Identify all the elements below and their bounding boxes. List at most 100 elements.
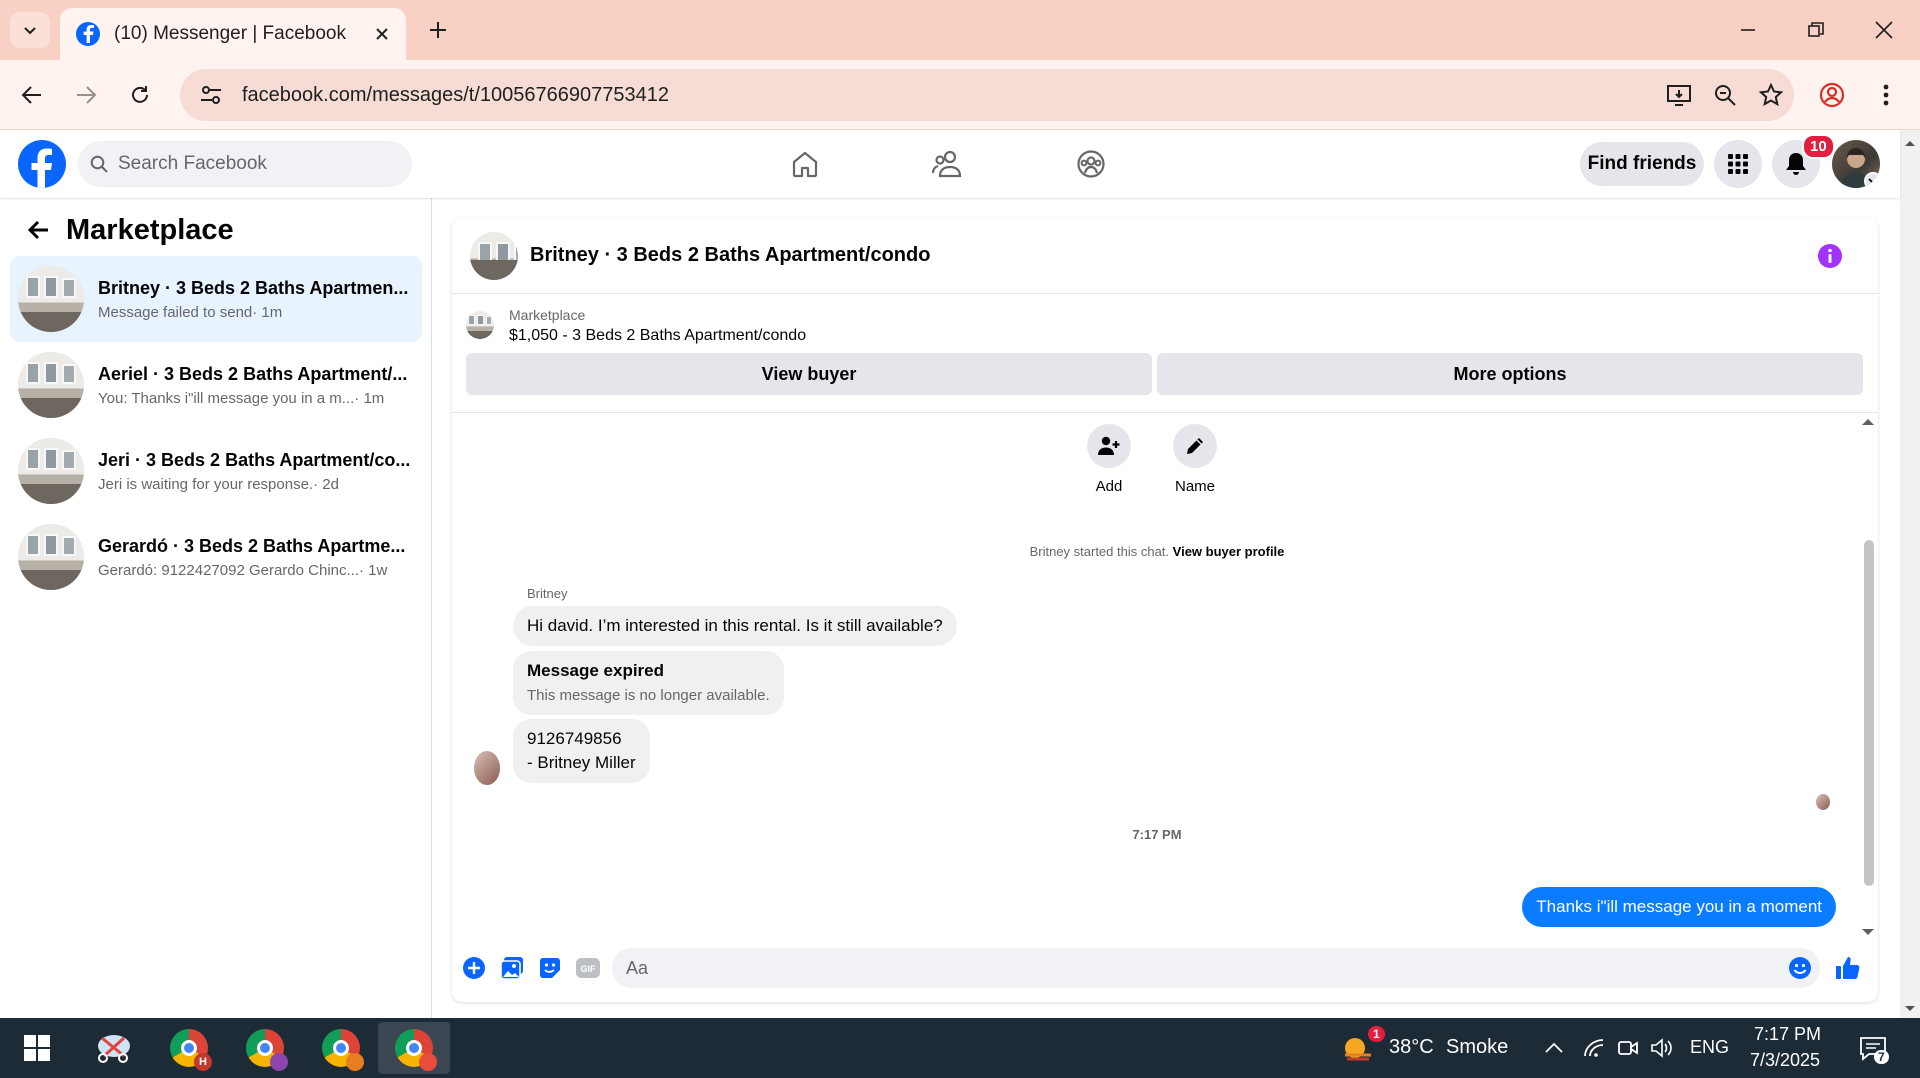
- listing-thumbnail: [18, 352, 84, 418]
- page-scrollbar[interactable]: [1900, 130, 1920, 1018]
- groups-nav-icon[interactable]: [1036, 140, 1146, 188]
- meet-now-icon[interactable]: [1614, 1034, 1642, 1062]
- conversation-snippet: Message failed to send: [98, 303, 253, 321]
- tab-search-button[interactable]: [10, 12, 50, 48]
- more-options-button[interactable]: More options: [1157, 353, 1863, 395]
- address-bar[interactable]: facebook.com/messages/t/1005676690775341…: [180, 69, 1794, 121]
- conversation-snippet: You: Thanks i"ill message you in a m...: [98, 389, 355, 407]
- conversation-time: · 2d: [313, 475, 339, 493]
- chat-scrollbar[interactable]: [1858, 414, 1878, 935]
- chrome-icon: [395, 1029, 437, 1071]
- sidebar-header: Marketplace: [20, 212, 234, 248]
- add-person-icon: [1087, 424, 1131, 468]
- message-line: 9126749856: [527, 729, 622, 748]
- close-tab-icon[interactable]: [370, 22, 394, 46]
- sender-avatar[interactable]: [474, 751, 500, 785]
- listing-price[interactable]: $1,050 - 3 Beds 2 Baths Apartment/condo: [509, 327, 806, 345]
- facebook-header: Find friends 10: [0, 130, 1900, 198]
- chrome-icon: [246, 1029, 288, 1071]
- find-friends-button[interactable]: Find friends: [1580, 142, 1704, 186]
- url-text[interactable]: facebook.com/messages/t/1005676690775341…: [242, 84, 1656, 107]
- start-button[interactable]: [6, 1022, 68, 1074]
- message-input[interactable]: [626, 957, 1780, 979]
- chat-scroll-thumb[interactable]: [1864, 540, 1874, 886]
- back-arrow-icon[interactable]: [14, 77, 50, 113]
- menu-grid-icon[interactable]: [1714, 140, 1762, 188]
- plus-circle-icon[interactable]: [460, 954, 488, 982]
- wifi-icon[interactable]: [1580, 1034, 1608, 1062]
- account-avatar[interactable]: [1832, 140, 1880, 188]
- bookmark-star-icon[interactable]: [1748, 75, 1794, 115]
- thumbs-up-icon[interactable]: [1834, 954, 1862, 982]
- seen-indicator-avatar: [1816, 794, 1830, 810]
- new-tab-icon[interactable]: [422, 14, 454, 46]
- conversation-time: · 1m: [354, 389, 385, 407]
- conversation-name: Aeriel · 3 Beds 2 Baths Apartment/...: [98, 363, 408, 384]
- add-label: Add: [1095, 478, 1123, 495]
- conversation-item-jeri[interactable]: Jeri · 3 Beds 2 Baths Apartment/co... Je…: [10, 428, 422, 514]
- notification-badge: 10: [1802, 134, 1835, 159]
- weather-badge: 1: [1368, 1026, 1385, 1042]
- clock-time[interactable]: 7:17 PM: [1754, 1024, 1821, 1045]
- chrome-app-profile-3[interactable]: [310, 1022, 372, 1074]
- conversation-item-aeriel[interactable]: Aeriel · 3 Beds 2 Baths Apartment/... Yo…: [10, 342, 422, 428]
- conversation-item-britney[interactable]: Britney · 3 Beds 2 Baths Apartmen... Mes…: [10, 256, 422, 342]
- zoom-icon[interactable]: [1702, 75, 1748, 115]
- view-buyer-profile-link[interactable]: View buyer profile: [1173, 544, 1285, 559]
- chrome-app-profile-h[interactable]: H: [158, 1022, 220, 1074]
- chat-header: Britney · 3 Beds 2 Baths Apartment/condo: [452, 218, 1878, 294]
- conversation-snippet: Gerardó: 9122427092 Gerardo Chinc...: [98, 561, 359, 579]
- install-app-icon[interactable]: [1656, 75, 1702, 115]
- chat-started-notice: Britney started this chat. View buyer pr…: [452, 544, 1862, 559]
- incoming-message[interactable]: 9126749856 - Britney Miller: [513, 719, 650, 783]
- profile-icon[interactable]: [1814, 77, 1850, 113]
- site-settings-icon[interactable]: [198, 82, 224, 108]
- friends-nav-icon[interactable]: [893, 140, 1003, 188]
- info-icon[interactable]: [1812, 238, 1848, 274]
- chrome-icon: H: [170, 1029, 212, 1071]
- chat-listing-thumbnail[interactable]: [470, 231, 518, 280]
- conversation-snippet: Jeri is waiting for your response.: [98, 475, 314, 493]
- close-window-icon[interactable]: [1856, 10, 1912, 50]
- forward-arrow-icon[interactable]: [68, 77, 104, 113]
- conversation-time: · 1w: [359, 561, 388, 579]
- sender-name: Britney: [527, 586, 568, 601]
- language-indicator[interactable]: ENG: [1690, 1037, 1729, 1058]
- chevron-up-icon[interactable]: [1540, 1034, 1568, 1062]
- search-input[interactable]: [118, 153, 398, 175]
- chat-title[interactable]: Britney · 3 Beds 2 Baths Apartment/condo: [530, 244, 1812, 267]
- listing-thumbnail: [18, 438, 84, 504]
- browser-tab[interactable]: (10) Messenger | Facebook: [60, 8, 406, 60]
- tab-title: (10) Messenger | Facebook: [114, 23, 346, 44]
- weather-temp[interactable]: 38°C: [1389, 1036, 1434, 1059]
- emoji-icon[interactable]: [1780, 951, 1820, 985]
- restore-icon[interactable]: [1788, 10, 1844, 50]
- message-input-box[interactable]: [612, 948, 1820, 988]
- conversation-item-gerardo[interactable]: Gerardó · 3 Beds 2 Baths Apartme... Gera…: [10, 514, 422, 600]
- expired-message[interactable]: Message expired This message is no longe…: [513, 651, 784, 715]
- chrome-icon: [322, 1029, 364, 1071]
- chrome-app-profile-2[interactable]: [234, 1022, 296, 1074]
- volume-icon[interactable]: [1648, 1034, 1676, 1062]
- incoming-message[interactable]: Hi david. I’m interested in this rental.…: [513, 606, 957, 646]
- facebook-logo-icon[interactable]: [18, 140, 66, 188]
- chrome-app-active[interactable]: [378, 1022, 450, 1074]
- name-chat-action[interactable]: Name: [1165, 424, 1225, 495]
- photo-icon[interactable]: [498, 954, 526, 982]
- marketplace-sidebar: Marketplace Britney · 3 Beds 2 Baths Apa…: [0, 198, 432, 1018]
- outgoing-message[interactable]: Thanks i"ill message you in a moment: [1522, 887, 1836, 927]
- reload-icon[interactable]: [122, 77, 158, 113]
- minimize-icon[interactable]: [1720, 10, 1776, 50]
- message-timestamp: 7:17 PM: [1132, 827, 1182, 842]
- add-people-action[interactable]: Add: [1079, 424, 1139, 495]
- snipping-tool-app[interactable]: [82, 1022, 144, 1074]
- clock-date[interactable]: 7/3/2025: [1750, 1050, 1820, 1071]
- back-arrow-icon[interactable]: [20, 212, 56, 248]
- home-nav-icon[interactable]: [750, 140, 860, 188]
- facebook-search-bar[interactable]: [78, 141, 412, 187]
- weather-desc[interactable]: Smoke: [1446, 1036, 1508, 1059]
- sticker-icon[interactable]: [536, 954, 564, 982]
- view-buyer-button[interactable]: View buyer: [466, 353, 1152, 395]
- browser-menu-icon[interactable]: [1868, 77, 1904, 113]
- gif-icon[interactable]: GIF: [574, 954, 602, 982]
